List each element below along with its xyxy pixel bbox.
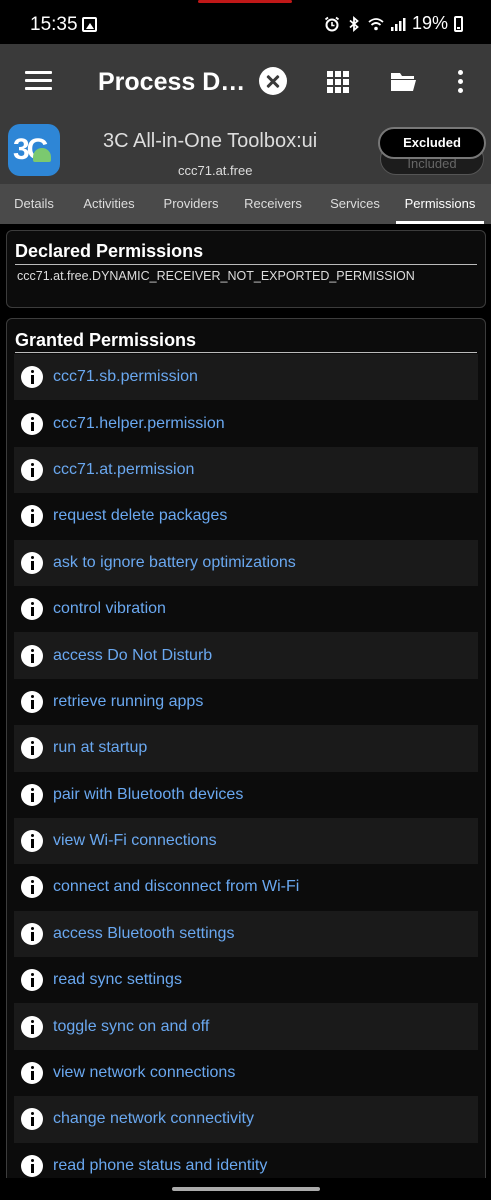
permission-label: request delete packages [53,507,228,525]
permission-label: ccc71.at.permission [53,460,195,478]
tab-details[interactable]: Details [0,184,68,224]
tab-activities[interactable]: Activities [68,184,150,224]
info-icon[interactable] [21,1015,43,1038]
app-name: 3C All-in-One Toolbox:ui [103,130,318,152]
permission-label: view network connections [53,1064,236,1082]
recording-indicator [198,0,292,3]
permission-row[interactable]: run at startup [14,725,478,772]
page-title: Process D… [98,68,246,96]
permission-row[interactable]: access Bluetooth settings [14,910,478,958]
permission-label: control vibration [53,600,166,618]
info-icon[interactable] [21,412,43,435]
toggle-option-excluded[interactable]: Excluded [378,127,486,159]
tab-providers[interactable]: Providers [150,184,232,224]
divider [15,264,477,265]
menu-icon[interactable] [25,71,52,91]
android-icon [33,148,51,162]
permission-label: read phone status and identity [53,1156,268,1174]
status-time: 15:35 [30,14,78,35]
declared-permissions-title: Declared Permissions [15,241,204,261]
info-icon[interactable] [21,737,43,760]
granted-permissions-card: Granted Permissions ccc71.sb.permission … [6,318,486,1198]
permission-label: run at startup [53,739,148,757]
permission-row[interactable]: access Do Not Disturb [14,632,478,679]
info-icon[interactable] [21,366,43,389]
info-icon[interactable] [21,458,43,481]
permission-row[interactable]: ccc71.helper.permission [14,400,478,447]
info-icon[interactable] [21,783,43,806]
info-icon[interactable] [21,1108,43,1131]
permission-row[interactable]: ask to ignore battery optimizations [14,539,478,586]
permission-row[interactable]: change network connectivity [14,1096,478,1143]
info-icon[interactable] [21,830,43,853]
declared-permission-item: ccc71.at.free.DYNAMIC_RECEIVER_NOT_EXPOR… [17,269,415,283]
battery-icon [454,15,463,32]
folder-icon[interactable] [390,71,417,92]
permission-row[interactable]: pair with Bluetooth devices [14,771,478,818]
tab-permissions[interactable]: Permissions [396,184,484,224]
navigation-bar [0,1178,491,1200]
app-toolbar: Process D… [0,44,491,120]
bluetooth-icon [349,15,359,32]
tab-services[interactable]: Services [314,184,396,224]
tab-bar: Details Activities Providers Receivers S… [0,184,491,224]
tab-receivers[interactable]: Receivers [232,184,314,224]
permission-label: pair with Bluetooth devices [53,785,244,803]
permission-row[interactable]: ccc71.at.permission [14,446,478,494]
permission-label: change network connectivity [53,1110,254,1128]
permission-row[interactable]: connect and disconnect from Wi-Fi [14,864,478,911]
permission-row[interactable]: view network connections [14,1049,478,1097]
wifi-icon [368,17,384,30]
permission-row[interactable]: request delete packages [14,493,478,540]
close-icon[interactable] [259,67,287,95]
permission-label: read sync settings [53,971,182,989]
permission-row[interactable]: read sync settings [14,957,478,1004]
permission-row[interactable]: ccc71.sb.permission [14,354,478,401]
status-icons: 19% [324,13,463,34]
permission-row[interactable]: control vibration [14,585,478,633]
info-icon[interactable] [21,1062,43,1085]
permission-label: view Wi-Fi connections [53,832,217,850]
info-icon[interactable] [21,969,43,992]
info-icon[interactable] [21,876,43,899]
permission-label: ask to ignore battery optimizations [53,553,296,571]
info-icon[interactable] [21,922,43,945]
permission-label: ccc71.sb.permission [53,368,198,386]
app-package: ccc71.at.free [178,163,253,178]
grid-icon[interactable] [327,71,349,93]
signal-icon [390,17,406,31]
alarm-icon [324,16,340,31]
image-icon [82,17,97,32]
home-gesture-handle[interactable] [172,1187,320,1191]
app-header: 3C 3C All-in-One Toolbox:ui ccc71.at.fre… [0,120,491,184]
divider [15,352,477,353]
permission-label: ccc71.helper.permission [53,414,225,432]
permission-label: connect and disconnect from Wi-Fi [53,878,300,896]
info-icon[interactable] [21,598,43,621]
permission-row[interactable]: view Wi-Fi connections [14,817,478,865]
info-icon[interactable] [21,551,43,574]
app-icon: 3C [8,124,60,176]
exclusion-toggle[interactable]: Included Excluded [378,127,486,179]
permission-label: access Bluetooth settings [53,924,235,942]
permission-label: toggle sync on and off [53,1017,210,1035]
status-bar: 15:35 19% [0,0,491,44]
declared-permissions-card: Declared Permissions ccc71.at.free.DYNAM… [6,230,486,308]
permission-label: access Do Not Disturb [53,646,213,664]
permission-row[interactable]: toggle sync on and off [14,1003,478,1050]
more-icon[interactable] [458,70,464,94]
granted-permissions-title: Granted Permissions [15,330,197,350]
permission-label: retrieve running apps [53,692,204,710]
info-icon[interactable] [21,644,43,667]
battery-percent: 19% [411,13,448,33]
info-icon[interactable] [21,505,43,528]
info-icon[interactable] [21,690,43,713]
granted-permissions-list: ccc71.sb.permission ccc71.helper.permiss… [14,354,478,1190]
info-icon[interactable] [21,1154,43,1177]
permission-row[interactable]: retrieve running apps [14,678,478,726]
